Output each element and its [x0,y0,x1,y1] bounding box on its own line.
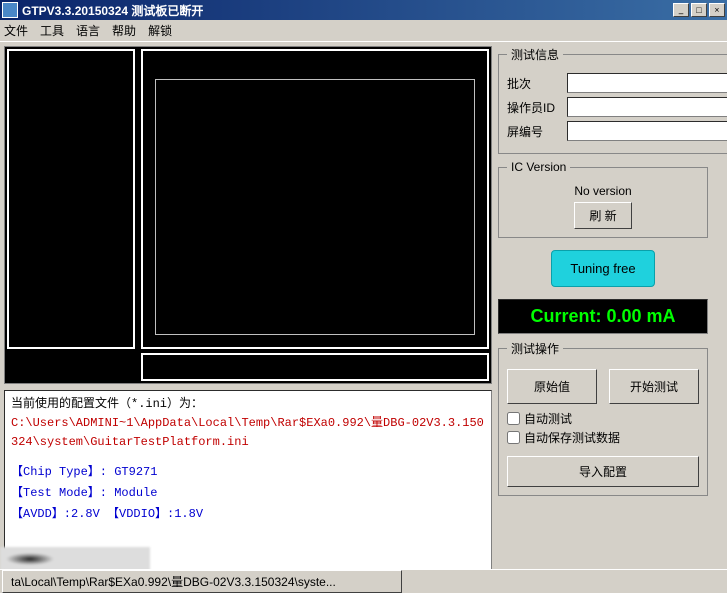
test-info-group: 测试信息 批次 操作员ID 屏编号 ▲ ▼ [498,46,727,154]
screen-label: 屏编号 [507,123,561,140]
menu-tool[interactable]: 工具 [40,22,64,39]
ic-version-status: No version [507,184,699,198]
test-operation-legend: 测试操作 [507,340,563,357]
menubar: 文件 工具 语言 帮助 解锁 [0,20,727,42]
test-operation-group: 测试操作 原始值 开始测试 自动测试 自动保存测试数据 导入配置 [498,340,708,496]
menu-help[interactable]: 帮助 [112,22,136,39]
menu-lang[interactable]: 语言 [76,22,100,39]
config-path: C:\Users\ADMINI~1\AppData\Local\Temp\Rar… [11,414,485,452]
taskbar-item[interactable]: ta\Local\Temp\Rar$EXa0.992\量DBG-02V3.3.1… [2,570,402,593]
close-button[interactable]: × [709,3,725,17]
batch-label: 批次 [507,75,561,92]
auto-test-label: 自动测试 [524,410,572,427]
test-info-legend: 测试信息 [507,46,563,63]
auto-test-checkbox[interactable] [507,412,520,425]
refresh-button[interactable]: 刷 新 [574,202,631,229]
ic-version-legend: IC Version [507,160,570,174]
window-title: GTPV3.3.20150324 测试板已断开 [22,2,673,19]
auto-save-label: 自动保存测试数据 [524,429,620,446]
screen-number-input[interactable] [567,121,727,141]
menu-file[interactable]: 文件 [4,22,28,39]
titlebar: GTPV3.3.20150324 测试板已断开 _ □ × [0,0,727,20]
info-box: 当前使用的配置文件（*.ini）为： C:\Users\ADMINI~1\App… [4,390,492,572]
display-area [4,46,492,384]
voltage-info: 【AVDD】:2.8V 【VDDIO】:1.8V [11,505,485,524]
start-test-button[interactable]: 开始测试 [609,369,699,404]
background-blur [0,547,150,571]
import-config-button[interactable]: 导入配置 [507,456,699,487]
chip-type: 【Chip Type】: GT9271 [11,463,485,482]
tuning-free-button[interactable]: Tuning free [551,250,654,287]
display-panel-right [141,49,489,349]
operator-label: 操作员ID [507,99,561,116]
config-label: 当前使用的配置文件（*.ini）为： [11,395,485,414]
display-panel-left [7,49,135,349]
menu-unlock[interactable]: 解锁 [148,22,172,39]
minimize-button[interactable]: _ [673,3,689,17]
current-display: Current: 0.00 mA [498,299,708,334]
ic-version-group: IC Version No version 刷 新 [498,160,708,238]
batch-input[interactable] [567,73,727,93]
app-icon [2,2,18,18]
display-inner-frame [155,79,475,335]
raw-value-button[interactable]: 原始值 [507,369,597,404]
taskbar: ta\Local\Temp\Rar$EXa0.992\量DBG-02V3.3.1… [0,569,727,593]
auto-save-checkbox[interactable] [507,431,520,444]
operator-input[interactable] [567,97,727,117]
maximize-button[interactable]: □ [691,3,707,17]
test-mode: 【Test Mode】: Module [11,484,485,503]
display-panel-bottom [141,353,489,381]
